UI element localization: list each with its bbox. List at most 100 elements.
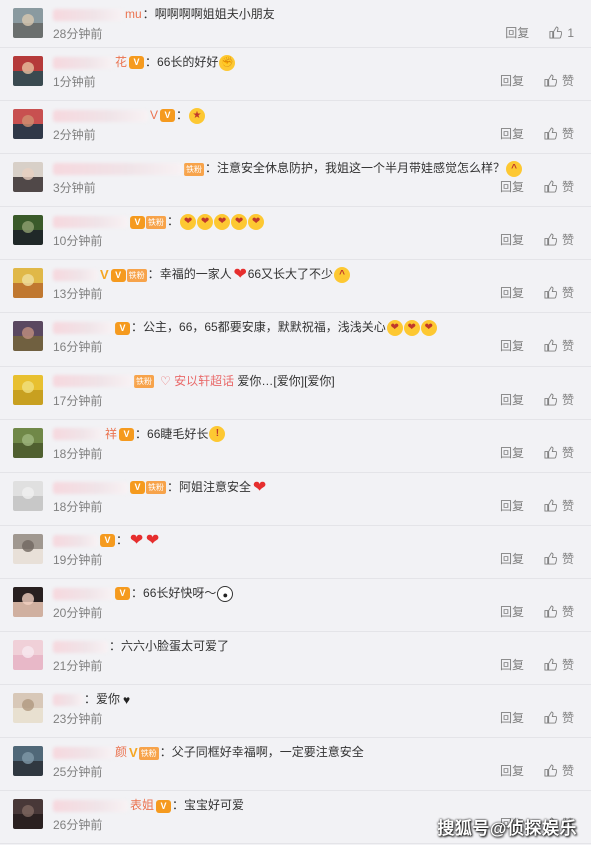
avatar[interactable] — [13, 321, 43, 352]
username-blurred[interactable] — [53, 216, 128, 229]
avatar[interactable] — [13, 56, 43, 86]
like-button[interactable]: 赞 — [544, 285, 574, 301]
reply-button[interactable]: 回复 — [505, 25, 529, 41]
avatar[interactable] — [13, 586, 43, 617]
like-button[interactable]: 赞 — [544, 179, 574, 195]
avatar[interactable] — [13, 215, 43, 246]
reply-button[interactable]: 回复 — [500, 498, 524, 514]
heart-emoji-icon: ❤ — [129, 531, 144, 549]
colon: ： — [135, 426, 148, 441]
like-button[interactable]: 赞 — [544, 392, 574, 408]
vip-badge-icon: V — [119, 427, 135, 441]
avatar[interactable] — [13, 693, 43, 724]
username-blurred[interactable] — [53, 640, 108, 653]
vip-badge-icon: V — [130, 215, 145, 229]
reply-button[interactable]: 回复 — [500, 179, 524, 195]
reply-button[interactable]: 回复 — [500, 126, 524, 142]
like-button[interactable]: 赞 — [544, 604, 574, 620]
reply-button[interactable]: 回复 — [500, 763, 524, 779]
timestamp: 25分钟前 — [53, 765, 103, 780]
like-button[interactable]: 赞 — [544, 73, 574, 89]
username-blurred[interactable] — [53, 322, 113, 335]
kiss-emoji-icon: ❤ — [214, 214, 231, 231]
avatar[interactable] — [13, 427, 43, 458]
like-button[interactable]: 赞 — [544, 126, 574, 142]
avatar[interactable] — [13, 268, 43, 299]
thumbs-up-icon — [544, 446, 557, 459]
like-button[interactable]: 1 — [549, 25, 574, 41]
username-blurred[interactable] — [53, 375, 133, 388]
username-blurred[interactable] — [53, 163, 183, 176]
comment-item: V 铁粉 ：阿姐注意安全 ❤ 18分钟前 回复 赞 — [0, 473, 591, 526]
reply-button[interactable]: 回复 — [500, 232, 524, 248]
comment-text: 爱你 — [96, 692, 121, 707]
reply-button[interactable]: 回复 — [500, 285, 524, 301]
thumbs-up-icon — [544, 499, 557, 512]
username-blurred[interactable] — [53, 693, 83, 706]
like-button[interactable]: 赞 — [544, 445, 574, 461]
like-button[interactable]: 赞 — [544, 498, 574, 514]
username[interactable]: 祥 — [105, 427, 117, 441]
timestamp: 17分钟前 — [53, 393, 103, 408]
username-blurred[interactable] — [53, 269, 98, 282]
like-button[interactable]: 赞 — [544, 232, 574, 248]
timestamp: 21分钟前 — [53, 659, 103, 674]
comment-actions: 回复 赞 — [500, 551, 574, 567]
avatar[interactable] — [13, 480, 43, 511]
thumbs-up-icon — [549, 26, 563, 39]
avatar[interactable] — [13, 162, 43, 193]
username-blurred[interactable] — [53, 109, 148, 122]
avatar[interactable] — [13, 799, 43, 830]
comment-item: V 铁粉： ❤ ❤ ❤ ❤ ❤ 10分钟前 回复赞 — [0, 207, 591, 261]
avatar[interactable] — [13, 746, 43, 777]
avatar[interactable] — [13, 640, 43, 671]
reply-button[interactable]: 回复 — [500, 73, 524, 89]
kiss-emoji-icon: ❤ — [180, 214, 197, 231]
avatar[interactable] — [13, 533, 43, 564]
heart-emoji-icon: ❤ — [233, 266, 247, 284]
username[interactable]: mu — [125, 7, 142, 21]
comment-text-2: 66又长大了不少 — [247, 267, 334, 282]
username-blurred[interactable] — [53, 481, 128, 494]
like-button[interactable]: 赞 — [544, 338, 574, 354]
shock-emoji-icon: ! — [209, 426, 226, 443]
like-button[interactable]: 赞 — [544, 657, 574, 673]
username-blurred[interactable] — [53, 428, 103, 441]
username-blurred[interactable] — [53, 587, 113, 600]
username[interactable]: 表姐 — [130, 798, 154, 812]
comment-item: V ：公主，66，65都要安康，默默祝福，浅浅关心 ❤ ❤ ❤ 16分钟前 回复赞 — [0, 313, 591, 367]
thumbs-up-icon — [544, 127, 557, 140]
fan-badge: 铁粉 — [134, 374, 154, 388]
username-blurred[interactable] — [53, 8, 123, 21]
username-blurred[interactable] — [53, 534, 98, 547]
reply-button[interactable]: 回复 — [500, 338, 524, 354]
username[interactable]: 花 — [115, 55, 127, 69]
username-blurred[interactable] — [53, 56, 113, 69]
username-blurred[interactable] — [53, 800, 128, 813]
reply-button[interactable]: 回复 — [500, 392, 524, 408]
reply-button[interactable]: 回复 — [500, 710, 524, 726]
like-button[interactable]: 赞 — [544, 763, 574, 779]
username-blurred[interactable] — [53, 747, 113, 760]
like-button[interactable]: 赞 — [544, 551, 574, 567]
kiss-emoji-icon: ❤ — [197, 214, 214, 231]
kiss-emoji-icon: ❤ — [403, 320, 420, 337]
timestamp: 2分钟前 — [53, 128, 96, 143]
reply-button[interactable]: 回复 — [500, 657, 524, 673]
comment-line: V V 铁粉 ：幸福的一家人 ❤66又长大了不少 ^ — [53, 264, 581, 284]
supertopic-link[interactable]: ♡ 安以轩超话 — [160, 374, 234, 388]
reply-button[interactable]: 回复 — [500, 551, 524, 567]
timestamp: 18分钟前 — [53, 499, 103, 514]
avatar[interactable] — [13, 109, 43, 140]
username[interactable]: 颜 — [115, 745, 127, 759]
colon: ： — [159, 745, 172, 760]
comment-line: V ：公主，66，65都要安康，默默祝福，浅浅关心 ❤ ❤ ❤ — [53, 317, 581, 337]
avatar[interactable] — [13, 8, 43, 38]
reply-button[interactable]: 回复 — [500, 445, 524, 461]
like-button[interactable]: 赞 — [544, 710, 574, 726]
reply-button[interactable]: 回复 — [500, 604, 524, 620]
avatar[interactable] — [13, 374, 43, 405]
comment-actions: 回复 赞 — [500, 285, 574, 301]
grin-emoji-icon: ^ — [506, 161, 523, 178]
username[interactable]: V — [150, 108, 158, 122]
